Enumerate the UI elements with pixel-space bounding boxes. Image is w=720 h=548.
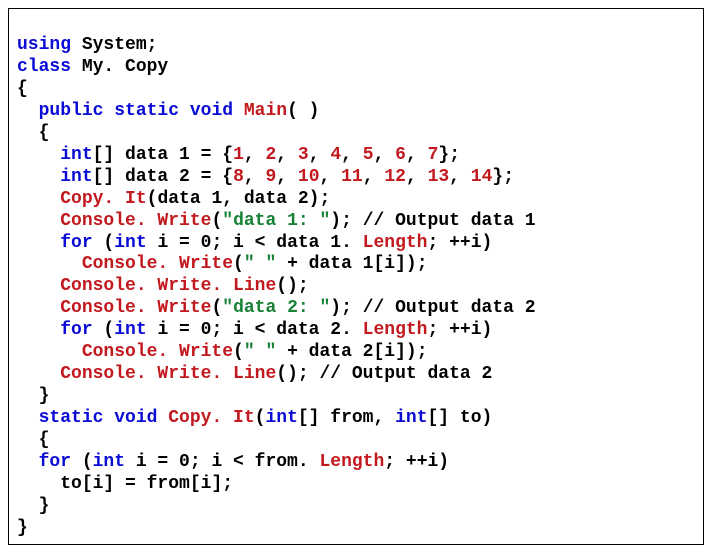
keyword-int: int bbox=[395, 408, 427, 428]
sep: , bbox=[374, 145, 396, 165]
rest: i = 0; i < from. bbox=[125, 452, 309, 472]
keyword-int: int bbox=[60, 145, 92, 165]
brace: } bbox=[39, 386, 50, 406]
modifiers: public static void bbox=[39, 101, 233, 121]
method-copyit: Copy. It bbox=[157, 408, 254, 428]
keyword-int: int bbox=[265, 408, 297, 428]
brace: } bbox=[39, 496, 50, 516]
rest: ); // Output data 1 bbox=[330, 211, 535, 231]
string: " " bbox=[244, 342, 276, 362]
paren: ( bbox=[211, 211, 222, 231]
end: ; ++i) bbox=[384, 452, 449, 472]
num: 6 bbox=[395, 145, 406, 165]
num: 5 bbox=[363, 145, 374, 165]
string: "data 1: " bbox=[222, 211, 330, 231]
param: [] to) bbox=[428, 408, 493, 428]
keyword-for: for bbox=[60, 320, 92, 340]
keyword-for: for bbox=[39, 452, 71, 472]
num: 11 bbox=[341, 167, 363, 187]
num: 2 bbox=[265, 145, 276, 165]
call-console-write: Console. Write bbox=[82, 342, 233, 362]
paren: ( bbox=[211, 298, 222, 318]
num: 1 bbox=[233, 145, 244, 165]
paren: ( bbox=[255, 408, 266, 428]
string: " " bbox=[244, 254, 276, 274]
call-copyit: Copy. It bbox=[60, 189, 146, 209]
sep: , bbox=[244, 167, 266, 187]
sep: , bbox=[449, 167, 471, 187]
decl: [] data 2 = { bbox=[93, 167, 233, 187]
prop-length: Length bbox=[352, 233, 428, 253]
brace: { bbox=[39, 430, 50, 450]
modifiers: static void bbox=[39, 408, 158, 428]
sep: , bbox=[406, 145, 428, 165]
stmt: to[i] = from[i]; bbox=[60, 474, 233, 494]
prop-length: Length bbox=[352, 320, 428, 340]
keyword-using: using bbox=[17, 35, 71, 55]
rest: ); // Output data 2 bbox=[330, 298, 535, 318]
keyword-int: int bbox=[60, 167, 92, 187]
brace: } bbox=[17, 518, 28, 538]
method-main: Main bbox=[233, 101, 287, 121]
sep: , bbox=[309, 145, 331, 165]
keyword-for: for bbox=[60, 233, 92, 253]
sep: , bbox=[341, 145, 363, 165]
call-console-write: Console. Write bbox=[60, 298, 211, 318]
sep: , bbox=[406, 167, 428, 187]
text: System; bbox=[71, 35, 157, 55]
brace: { bbox=[17, 79, 28, 99]
num: 10 bbox=[298, 167, 320, 187]
end: }; bbox=[492, 167, 514, 187]
args: (data 1, data 2); bbox=[147, 189, 331, 209]
num: 7 bbox=[428, 145, 439, 165]
num: 9 bbox=[265, 167, 276, 187]
num: 12 bbox=[384, 167, 406, 187]
num: 8 bbox=[233, 167, 244, 187]
end: }; bbox=[438, 145, 460, 165]
sep: , bbox=[276, 167, 298, 187]
num: 3 bbox=[298, 145, 309, 165]
brace: { bbox=[39, 123, 50, 143]
paren: ( bbox=[233, 254, 244, 274]
call-console-writeline: Console. Write. Line bbox=[60, 364, 276, 384]
keyword-int: int bbox=[114, 233, 146, 253]
decl: [] data 1 = { bbox=[93, 145, 233, 165]
num: 14 bbox=[471, 167, 493, 187]
class-name: My. Copy bbox=[71, 57, 168, 77]
call-console-write: Console. Write bbox=[82, 254, 233, 274]
rest: i = 0; i < data 2. bbox=[147, 320, 352, 340]
string: "data 2: " bbox=[222, 298, 330, 318]
sep: , bbox=[276, 145, 298, 165]
end: ; ++i) bbox=[428, 320, 493, 340]
num: 4 bbox=[330, 145, 341, 165]
paren: ( bbox=[93, 320, 115, 340]
paren: (); bbox=[276, 276, 308, 296]
prop-length: Length bbox=[309, 452, 385, 472]
num: 13 bbox=[428, 167, 450, 187]
rest: + data 1[i]); bbox=[276, 254, 427, 274]
sep: , bbox=[320, 167, 342, 187]
paren: ( bbox=[233, 342, 244, 362]
keyword-class: class bbox=[17, 57, 71, 77]
call-console-writeline: Console. Write. Line bbox=[60, 276, 276, 296]
paren: ( bbox=[71, 452, 93, 472]
param: [] from, bbox=[298, 408, 395, 428]
paren: (); // Output data 2 bbox=[276, 364, 492, 384]
sep: , bbox=[363, 167, 385, 187]
rest: + data 2[i]); bbox=[276, 342, 427, 362]
keyword-int: int bbox=[93, 452, 125, 472]
rest: i = 0; i < data 1. bbox=[147, 233, 352, 253]
end: ; ++i) bbox=[428, 233, 493, 253]
sep: , bbox=[244, 145, 266, 165]
code-block: using System; class My. Copy { public st… bbox=[8, 8, 704, 545]
call-console-write: Console. Write bbox=[60, 211, 211, 231]
paren: ( ) bbox=[287, 101, 319, 121]
keyword-int: int bbox=[114, 320, 146, 340]
paren: ( bbox=[93, 233, 115, 253]
